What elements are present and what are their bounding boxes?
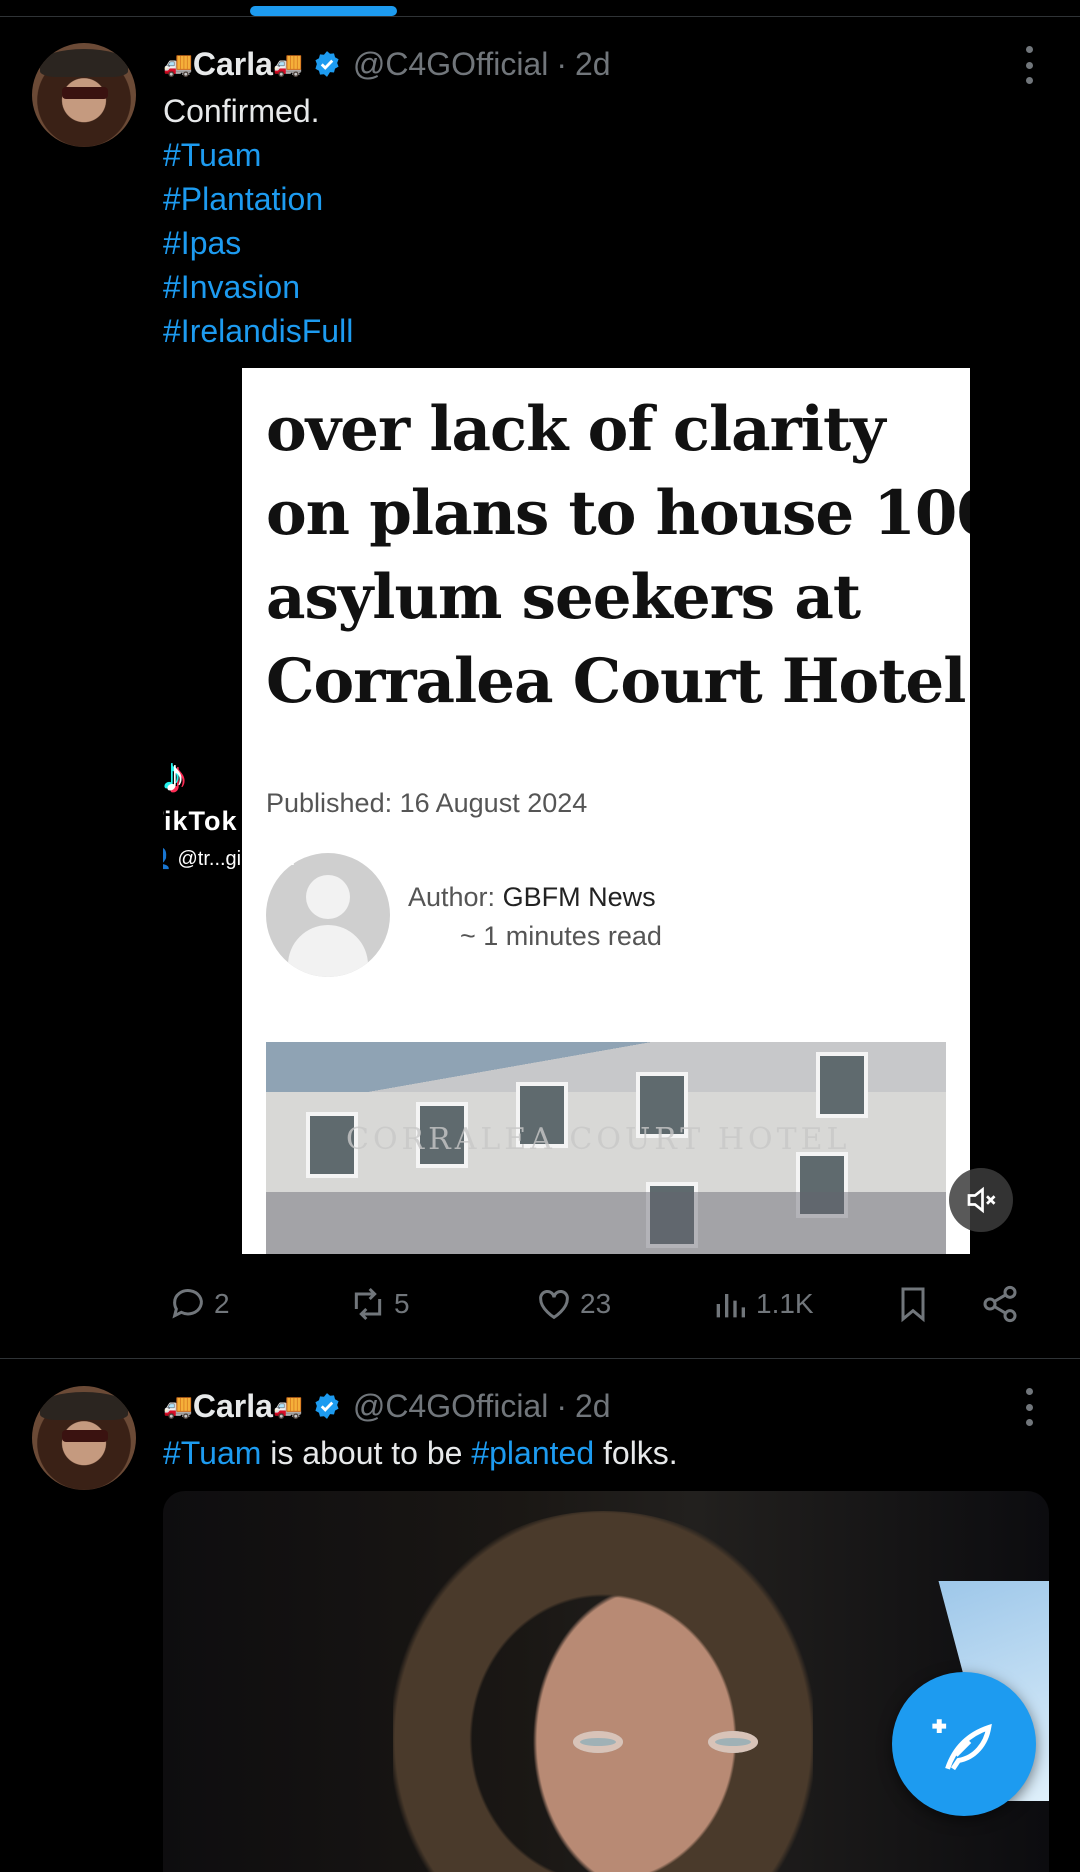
more-options-icon[interactable] (1024, 1388, 1034, 1426)
hashtag-link[interactable]: #Plantation (163, 177, 323, 221)
dot-separator: · (556, 1387, 567, 1424)
article-author: Author: GBFM News (408, 882, 656, 912)
author-avatar (266, 853, 390, 977)
views-count: 1.1K (756, 1288, 814, 1319)
mute-icon (967, 1186, 996, 1214)
hotel-sign: CORRALEA COURT HOTEL (346, 1122, 851, 1157)
article-read-time: ~ 1 minutes read (460, 921, 662, 951)
action-bar: 2 5 23 1.1K (0, 1284, 1080, 1332)
verified-badge-icon (315, 51, 339, 77)
mute-button[interactable] (949, 1168, 1013, 1232)
tweet-text: #Tuam is about to be #planted folks. (163, 1435, 678, 1471)
compose-button[interactable] (892, 1672, 1036, 1816)
bookmark-icon (901, 1287, 925, 1323)
views-button[interactable]: 1.1K (710, 1284, 814, 1324)
hashtag-link[interactable]: #Invasion (163, 265, 300, 309)
reply-button[interactable]: 2 (168, 1284, 230, 1324)
hotel-photo: CORRALEA COURT HOTEL (266, 1042, 946, 1254)
repost-count: 5 (394, 1288, 410, 1319)
face-eye (573, 1731, 623, 1753)
face-eye (708, 1731, 758, 1753)
tweet-text: Confirmed. (163, 93, 320, 129)
truck-emoji: 🚚 (272, 50, 303, 78)
hashtag-link[interactable]: #Ipas (163, 221, 241, 265)
compose-icon (932, 1719, 992, 1771)
verified-badge-icon (315, 1393, 339, 1419)
timestamp[interactable]: 2d (575, 1388, 611, 1425)
truck-emoji: 🚚 (163, 1392, 193, 1420)
tweet-header: 🚚 Carla 🚚 @C4GOfficial · 2d (163, 42, 611, 86)
article-headline: over lack of clarity on plans to house 1… (266, 394, 970, 717)
repost-button[interactable]: 5 (348, 1284, 410, 1324)
video-media[interactable]: over lack of clarity on plans to house 1… (163, 368, 1049, 1254)
truck-emoji: 🚚 (163, 50, 193, 78)
article-published-date: Published: 16 August 2024 (266, 788, 588, 818)
like-icon (539, 1290, 569, 1320)
reply-icon (172, 1289, 203, 1319)
handle[interactable]: @C4GOfficial (353, 46, 549, 83)
tiktok-username: 👤 @tr...girlcar... (163, 848, 296, 870)
hashtag-link[interactable]: #Tuam (163, 1435, 261, 1471)
display-name[interactable]: 🚚 Carla 🚚 (163, 46, 303, 83)
video-media[interactable] (163, 1491, 1049, 1872)
tiktok-logo-icon: ♪ (163, 749, 186, 801)
hashtag-link[interactable]: #IrelandisFull (163, 309, 353, 353)
dot-separator: · (556, 45, 567, 82)
avatar[interactable] (32, 1386, 136, 1490)
handle[interactable]: @C4GOfficial (353, 1388, 549, 1425)
truck-emoji: 🚚 (272, 1392, 303, 1420)
repost-icon (354, 1287, 382, 1321)
tab-indicator (250, 6, 397, 16)
top-divider (0, 16, 1080, 17)
timestamp[interactable]: 2d (575, 46, 611, 83)
views-icon (716, 1294, 745, 1318)
more-options-icon[interactable] (1024, 46, 1034, 84)
display-name[interactable]: 🚚 Carla 🚚 (163, 1388, 303, 1425)
tweet-separator (0, 1358, 1080, 1359)
share-button[interactable] (980, 1284, 1026, 1324)
reply-count: 2 (214, 1288, 230, 1319)
hashtag-link[interactable]: #Tuam (163, 133, 261, 177)
like-button[interactable]: 23 (534, 1284, 611, 1324)
avatar[interactable] (32, 43, 136, 147)
share-icon (983, 1285, 1017, 1323)
article-screenshot: over lack of clarity on plans to house 1… (242, 368, 970, 1254)
tiktok-brand: TikTok (163, 806, 238, 836)
like-count: 23 (580, 1288, 612, 1319)
tweet-header: 🚚 Carla 🚚 @C4GOfficial · 2d (163, 1384, 611, 1428)
bookmark-button[interactable] (893, 1284, 939, 1324)
hashtag-link[interactable]: #planted (471, 1435, 594, 1471)
